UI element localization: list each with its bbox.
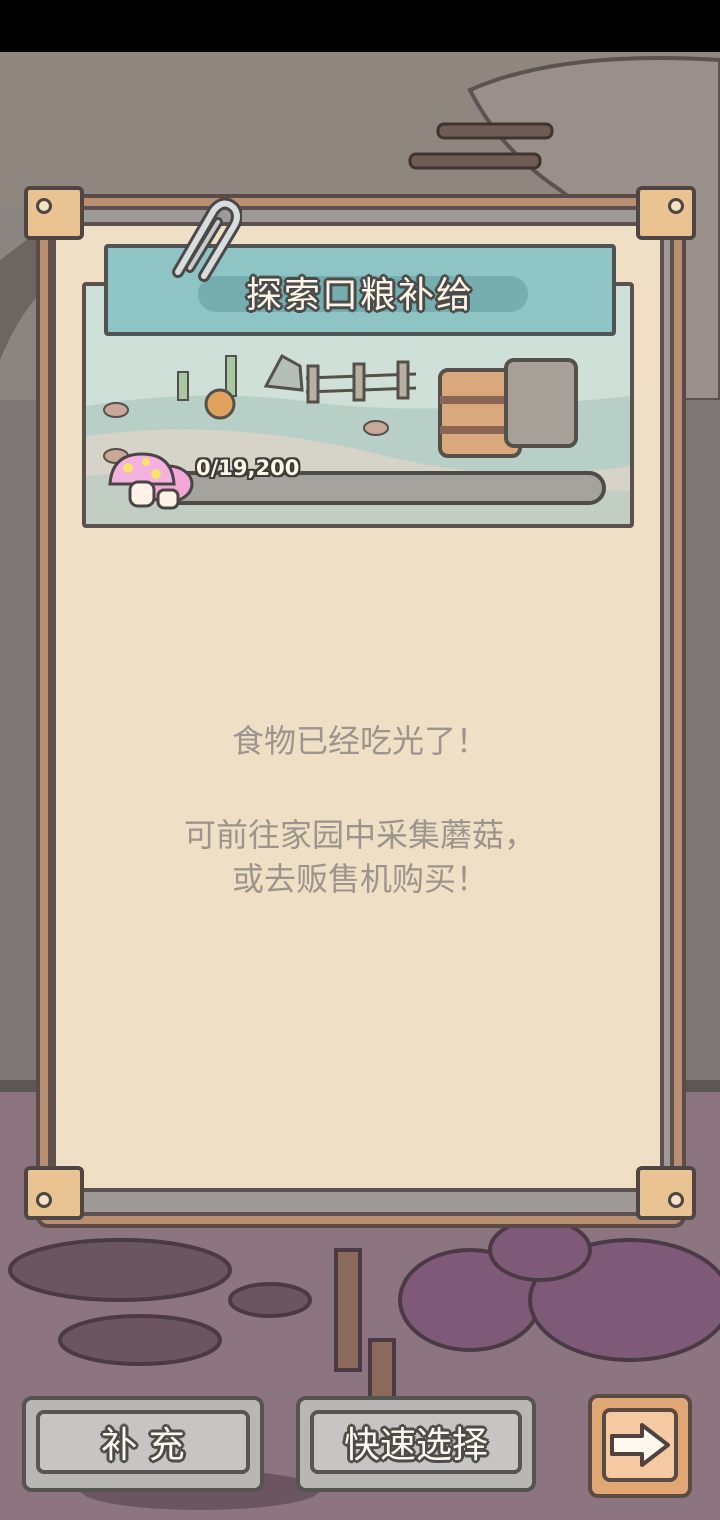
corner-bracket-top-left <box>24 186 84 240</box>
mushroom-icon <box>108 452 194 510</box>
hint-line-2: 或去贩售机购买！ <box>231 860 488 898</box>
arrow-right-icon <box>610 1423 670 1467</box>
status-bar <box>0 0 720 52</box>
next-button[interactable] <box>588 1394 692 1498</box>
corner-bracket-bottom-left <box>24 1166 84 1220</box>
corner-bracket-bottom-right <box>636 1166 696 1220</box>
quick-select-button-label: 快速选择 <box>343 1425 488 1466</box>
replenish-button[interactable]: 补 充 <box>22 1396 264 1492</box>
replenish-button-label: 补 充 <box>101 1425 185 1466</box>
corner-bracket-top-right <box>636 186 696 240</box>
paperclip-icon <box>172 198 242 282</box>
empty-food-message: 食物已经吃光了！ <box>231 722 488 760</box>
food-progress-label: 0/19,200 <box>196 456 300 480</box>
hint-line-1: 可前往家园中采集蘑菇， <box>183 816 536 854</box>
quick-select-button[interactable]: 快速选择 <box>296 1396 536 1492</box>
